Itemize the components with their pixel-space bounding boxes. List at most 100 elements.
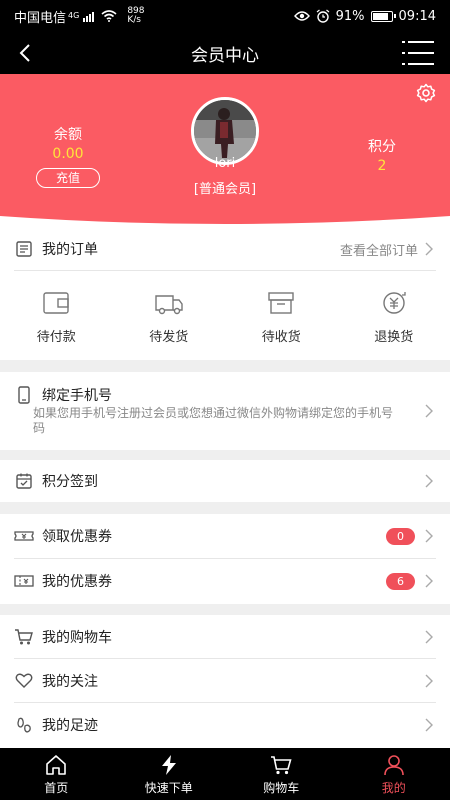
- chevron-right-icon: [425, 630, 433, 643]
- network-speed: 898 K/s: [127, 7, 144, 25]
- coupon-icon: [14, 571, 34, 591]
- get-coupon-row[interactable]: 领取优惠券 0: [0, 514, 450, 558]
- eye-icon: [293, 11, 310, 21]
- nav-bar: 会员中心: [0, 32, 450, 74]
- clock: 09:14: [398, 8, 436, 24]
- balance-block: 余额 0.00 充值: [36, 124, 100, 188]
- order-list-icon: [14, 239, 34, 259]
- battery-icon: [370, 10, 396, 22]
- carrier-name: 中国电信: [14, 10, 67, 26]
- tab-label: 首页: [44, 781, 69, 795]
- recharge-button[interactable]: 充值: [36, 168, 100, 188]
- my-coupon-label: 我的优惠券: [42, 574, 112, 590]
- chevron-right-icon: [425, 474, 433, 488]
- order-pending-receipt[interactable]: 待收货: [225, 288, 338, 345]
- wallet-icon: [43, 292, 69, 314]
- order-returns[interactable]: 退换货: [338, 288, 450, 345]
- order-label: 待收货: [261, 330, 301, 345]
- get-coupon-label: 领取优惠券: [42, 529, 112, 545]
- sign-in-row: 积分签到: [0, 460, 450, 502]
- status-bar: 中国电信 4G 898 K/s 91% 09:14: [0, 0, 450, 32]
- bind-phone-title: 绑定手机号: [42, 388, 112, 404]
- chevron-right-icon: [425, 718, 433, 731]
- network-type: 4G: [68, 10, 80, 20]
- cart-icon: [271, 756, 292, 775]
- heart-icon: [14, 671, 34, 691]
- tab-home[interactable]: 首页: [0, 748, 113, 800]
- order-pending-payment[interactable]: 待付款: [0, 288, 113, 345]
- chevron-right-icon: [425, 404, 433, 418]
- order-status-grid: 待付款 待发货 待收货 退换货: [0, 288, 450, 345]
- cart-icon: [14, 627, 34, 647]
- carrier-info: 中国电信 4G 898 K/s: [14, 7, 145, 26]
- orders-title: 我的订单: [42, 242, 98, 258]
- settings-gear-icon[interactable]: [416, 83, 436, 103]
- battery-percent: 91%: [335, 8, 365, 24]
- divider: [14, 270, 436, 271]
- balance-value: 0.00: [52, 146, 84, 162]
- sign-in-title: 积分签到: [42, 474, 98, 490]
- coupons-card: 领取优惠券 0 我的优惠券 6: [0, 514, 450, 604]
- my-follow-label: 我的关注: [42, 673, 98, 690]
- box-icon: [268, 292, 294, 314]
- phone-icon: [14, 385, 34, 405]
- orders-card: 我的订单 查看全部订单 待付款 待发货 待收货 退换货: [0, 228, 450, 360]
- chevron-right-icon: [425, 242, 433, 256]
- points-value: 2: [377, 158, 387, 174]
- my-footprint-label: 我的足迹: [42, 717, 98, 734]
- bottom-tab-bar: 首页 快速下单 购物车 我的: [0, 748, 450, 800]
- menu-button[interactable]: [402, 41, 434, 65]
- lightning-icon: [161, 755, 176, 775]
- avatar-image: [194, 100, 256, 162]
- tab-cart[interactable]: 购物车: [225, 748, 338, 800]
- back-button[interactable]: [10, 38, 40, 68]
- my-cart-row[interactable]: 我的购物车: [0, 615, 450, 658]
- order-label: 待发货: [149, 330, 189, 345]
- menu-icon: [402, 41, 434, 43]
- wifi-icon: [101, 10, 117, 22]
- tab-label: 我的: [381, 781, 406, 795]
- misc-card: 我的购物车 我的关注 我的足迹: [0, 615, 450, 748]
- truck-icon: [155, 295, 183, 315]
- status-right: 91% 09:14: [293, 8, 436, 24]
- order-label: 待付款: [36, 330, 76, 345]
- tab-label: 快速下单: [144, 781, 193, 795]
- view-all-orders-link[interactable]: 查看全部订单: [340, 240, 418, 259]
- get-coupon-badge: 0: [386, 528, 415, 545]
- balance-label: 余额: [54, 127, 82, 143]
- alarm-icon: [316, 9, 329, 23]
- tab-mine[interactable]: 我的: [338, 748, 450, 800]
- chevron-right-icon: [425, 529, 433, 543]
- bind-phone-description: 如果您用手机号注册过会员或您想通过微信外购物请绑定您的手机号码: [33, 406, 394, 435]
- my-cart-label: 我的购物车: [42, 629, 112, 646]
- sign-in-card[interactable]: 积分签到: [0, 460, 450, 502]
- speed-unit: K/s: [127, 15, 141, 25]
- bind-phone-card[interactable]: 绑定手机号 如果您用手机号注册过会员或您想通过微信外购物请绑定您的手机号码: [0, 372, 450, 450]
- back-arrow-icon: [19, 44, 30, 62]
- points-block[interactable]: 积分 2: [350, 136, 414, 174]
- my-coupon-row[interactable]: 我的优惠券 6: [0, 559, 450, 603]
- chevron-right-icon: [425, 574, 433, 588]
- calendar-check-icon: [14, 471, 34, 491]
- tab-label: 购物车: [263, 781, 300, 795]
- orders-header[interactable]: 我的订单 查看全部订单: [0, 228, 450, 270]
- tab-quick-order[interactable]: 快速下单: [113, 748, 226, 800]
- points-label: 积分: [368, 139, 396, 155]
- my-coupon-badge: 6: [386, 573, 415, 590]
- member-level: [普通会员]: [193, 182, 257, 197]
- username: lori: [214, 156, 236, 171]
- refund-icon: [383, 292, 406, 314]
- my-follow-row[interactable]: 我的关注: [0, 659, 450, 702]
- member-header: 余额 0.00 充值 lori [普通会员] 积分 2: [0, 74, 450, 234]
- coupon-icon: [14, 526, 34, 546]
- order-pending-shipment[interactable]: 待发货: [113, 288, 226, 345]
- user-icon: [383, 755, 404, 776]
- signal-icon: [83, 12, 95, 22]
- bind-phone-header: 绑定手机号: [0, 384, 450, 406]
- page-title: 会员中心: [191, 45, 259, 66]
- chevron-right-icon: [425, 674, 433, 687]
- home-icon: [46, 755, 67, 775]
- avatar[interactable]: [191, 97, 259, 165]
- footprint-icon: [14, 715, 34, 735]
- my-footprint-row[interactable]: 我的足迹: [0, 703, 450, 746]
